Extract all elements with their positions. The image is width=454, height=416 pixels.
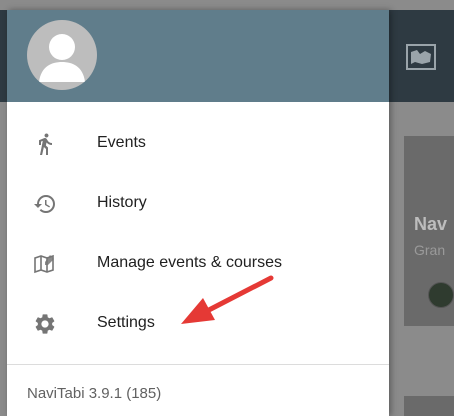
navigation-drawer: Events History Manage events & courses S… [7,10,389,416]
menu-item-label: Events [97,134,146,151]
running-person-icon [33,132,57,156]
app-version: NaviTabi 3.9.1 (185) [27,385,162,402]
history-icon [33,192,57,216]
event-card-subtitle: Gran [414,242,446,258]
event-card-title: Nav [414,214,448,234]
gear-icon [33,312,57,336]
map-edit-icon [33,252,57,276]
divider [7,364,389,365]
menu-item-label: Settings [97,314,155,331]
event-card-avatar [428,282,454,308]
menu-item-history[interactable]: History [7,174,389,234]
person-icon [39,34,85,82]
event-card[interactable]: Nav Gran [404,136,454,326]
menu-item-events[interactable]: Events [7,114,389,174]
event-card[interactable] [404,396,454,416]
drawer-header [7,10,389,102]
menu-item-label: History [97,194,147,211]
red-arrow-annotation [181,275,274,324]
map-icon[interactable] [406,44,436,70]
user-avatar[interactable] [27,20,97,90]
